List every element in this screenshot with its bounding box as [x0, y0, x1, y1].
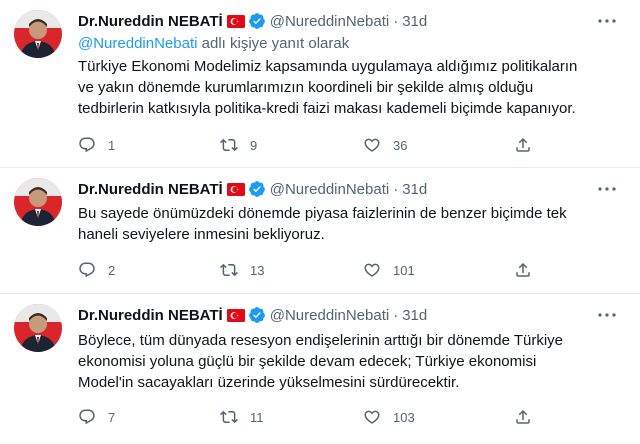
reply-count: 1: [108, 137, 116, 153]
like-button[interactable]: 103: [363, 408, 415, 426]
share-icon: [514, 261, 532, 279]
more-options-icon[interactable]: [596, 12, 618, 30]
retweet-button[interactable]: 11: [220, 408, 264, 426]
tweet-3[interactable]: Dr.Nureddin NEBATİ @NureddinNebati · 31d…: [0, 294, 640, 444]
author-name[interactable]: Dr.Nureddin NEBATİ: [78, 307, 223, 324]
verified-badge-icon: [248, 306, 266, 324]
tweet-text-line: Türkiye Ekonomi Modelimiz kapsamında uyg…: [78, 58, 578, 75]
share-button[interactable]: [514, 408, 532, 426]
retweet-count: 9: [250, 137, 258, 153]
reply-icon: [78, 261, 96, 279]
tweet-text-line: Model'in sacayakları üzerinde yükselmesi…: [78, 374, 460, 391]
tweet-actions: 7 11 103: [78, 408, 538, 428]
avatar[interactable]: [14, 304, 62, 352]
retweet-icon: [220, 261, 238, 279]
heart-icon: [363, 136, 381, 154]
tweet-timestamp[interactable]: 31d: [402, 307, 427, 324]
tweet-actions: 2 13 101: [78, 261, 538, 281]
author-name[interactable]: Dr.Nureddin NEBATİ: [78, 181, 223, 198]
tweet-timestamp[interactable]: 31d: [402, 181, 427, 198]
retweet-icon: [220, 408, 238, 426]
tweet-header: Dr.Nureddin NEBATİ @NureddinNebati · 31d: [78, 178, 620, 200]
tweet-1[interactable]: Dr.Nureddin NEBATİ @NureddinNebati · 31d…: [0, 0, 640, 167]
turkey-flag-icon: [227, 183, 245, 196]
reply-context: @NureddinNebati adlı kişiye yanıt olarak: [78, 35, 349, 52]
tweet-header: Dr.Nureddin NEBATİ @NureddinNebati · 31d: [78, 304, 620, 326]
tweet-actions: 1 9 36: [78, 136, 538, 156]
tweet-text-line: haneli seviyelere inmesini bekliyoruz.: [78, 226, 325, 243]
separator-dot: ·: [393, 306, 399, 324]
author-handle[interactable]: @NureddinNebati: [270, 307, 389, 324]
separator-dot: ·: [393, 12, 399, 30]
heart-icon: [363, 261, 381, 279]
reply-context-text: adlı kişiye yanıt olarak: [197, 35, 350, 52]
tweet-header: Dr.Nureddin NEBATİ @NureddinNebati · 31d: [78, 10, 620, 32]
tweet-text-line: ve yakın dönemde kurumlarımızın koordine…: [78, 79, 534, 96]
reply-button[interactable]: 7: [78, 408, 115, 426]
reply-count: 2: [108, 262, 116, 278]
avatar-image: [14, 178, 62, 226]
reply-button[interactable]: 2: [78, 261, 115, 279]
tweet-timestamp[interactable]: 31d: [402, 13, 427, 30]
heart-icon: [363, 408, 381, 426]
retweet-icon: [220, 136, 238, 154]
more-options-icon[interactable]: [596, 180, 618, 198]
turkey-flag-icon: [227, 309, 245, 322]
tweet-text: Böylece, tüm dünyada resesyon endişeleri…: [78, 330, 618, 393]
reply-mention-link[interactable]: @NureddinNebati: [78, 35, 197, 52]
author-handle[interactable]: @NureddinNebati: [270, 13, 389, 30]
tweet-text-line: Böylece, tüm dünyada resesyon endişeleri…: [78, 332, 563, 349]
avatar[interactable]: [14, 10, 62, 58]
reply-count: 7: [108, 409, 116, 425]
verified-badge-icon: [248, 12, 266, 30]
like-button[interactable]: 36: [363, 136, 407, 154]
share-button[interactable]: [514, 261, 532, 279]
tweet-text: Bu sayede önümüzdeki dönemde piyasa faiz…: [78, 203, 618, 245]
retweet-button[interactable]: 9: [220, 136, 257, 154]
share-button[interactable]: [514, 136, 532, 154]
avatar-image: [14, 10, 62, 58]
like-button[interactable]: 101: [363, 261, 415, 279]
reply-icon: [78, 408, 96, 426]
retweet-count: 13: [250, 262, 265, 278]
author-handle[interactable]: @NureddinNebati: [270, 181, 389, 198]
verified-badge-icon: [248, 180, 266, 198]
share-icon: [514, 136, 532, 154]
avatar[interactable]: [14, 178, 62, 226]
reply-icon: [78, 136, 96, 154]
retweet-button[interactable]: 13: [220, 261, 264, 279]
tweet-2[interactable]: Dr.Nureddin NEBATİ @NureddinNebati · 31d…: [0, 168, 640, 293]
like-count: 36: [393, 137, 408, 153]
tweet-text: Türkiye Ekonomi Modelimiz kapsamında uyg…: [78, 56, 618, 119]
like-count: 103: [393, 409, 415, 425]
tweet-text-line: ekonomisi yoluna güçlü bir şekilde devam…: [78, 353, 537, 370]
separator-dot: ·: [393, 180, 399, 198]
avatar-image: [14, 304, 62, 352]
tweet-text-line: tedbirlerin katkısıyla politika-kredi fa…: [78, 100, 576, 117]
share-icon: [514, 408, 532, 426]
more-options-icon[interactable]: [596, 306, 618, 324]
author-name[interactable]: Dr.Nureddin NEBATİ: [78, 13, 223, 30]
retweet-count: 11: [250, 409, 264, 425]
like-count: 101: [393, 262, 415, 278]
reply-button[interactable]: 1: [78, 136, 115, 154]
turkey-flag-icon: [227, 15, 245, 28]
tweet-text-line: Bu sayede önümüzdeki dönemde piyasa faiz…: [78, 205, 567, 222]
